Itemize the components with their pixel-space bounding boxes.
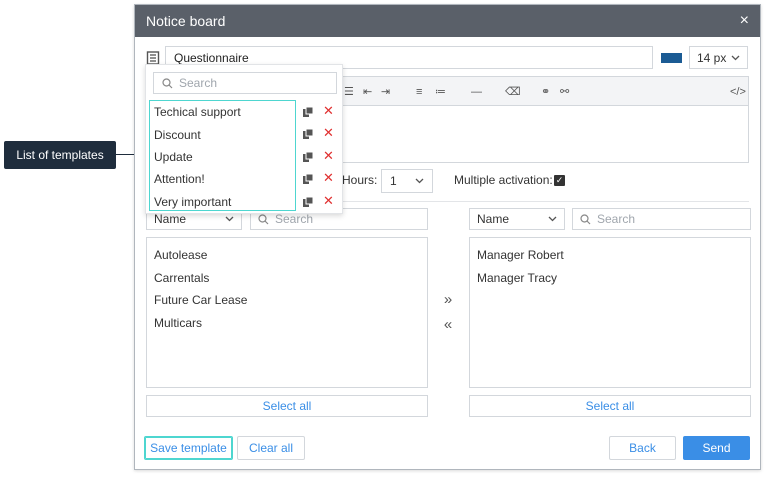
list-item[interactable]: Future Car Lease (147, 289, 427, 312)
subject-value: Questionnaire (174, 50, 249, 65)
template-name: Attention! (154, 172, 205, 187)
right-sort-value: Name (477, 212, 510, 226)
copy-icon[interactable] (303, 196, 313, 207)
chevron-down-icon (225, 216, 234, 222)
list-item[interactable]: Multicars (147, 312, 427, 335)
dialog-titlebar: Notice board × (135, 5, 760, 37)
left-search-placeholder: Search (275, 212, 314, 226)
close-icon[interactable]: × (740, 13, 749, 29)
text-color-swatch[interactable] (661, 53, 682, 63)
ordered-list-icon[interactable]: ≡ (416, 85, 422, 99)
hours-value: 1 (390, 174, 397, 188)
chevron-down-icon (548, 216, 557, 222)
templates-callout: List of templates (4, 141, 116, 169)
template-item[interactable]: Update ✕ (150, 146, 340, 168)
template-name: Discount (154, 127, 201, 142)
move-right-button[interactable]: » (438, 291, 458, 308)
template-search-input[interactable]: Search (153, 72, 337, 94)
font-size-select[interactable]: 14 px (689, 46, 748, 69)
link-icon[interactable]: ⚭ (541, 85, 550, 99)
list-item[interactable]: Manager Tracy (470, 267, 750, 290)
font-size-value: 14 px (697, 50, 727, 65)
back-button[interactable]: Back (609, 436, 676, 460)
hours-label: Hours: (342, 173, 378, 187)
copy-icon[interactable] (303, 174, 313, 185)
search-icon (580, 213, 591, 224)
template-search-placeholder: Search (179, 76, 218, 90)
left-unit-list: Autolease Carrentals Future Car Lease Mu… (146, 237, 428, 388)
template-item[interactable]: Discount ✕ (150, 123, 340, 145)
eraser-icon[interactable]: ⌫ (505, 85, 521, 99)
bullet-list-icon[interactable]: ≔ (435, 85, 446, 99)
dialog-title: Notice board (146, 13, 226, 29)
list-item[interactable]: Autolease (147, 244, 427, 267)
right-select-all-button[interactable]: Select all (469, 395, 751, 417)
delete-icon[interactable]: ✕ (323, 104, 334, 118)
delete-icon[interactable]: ✕ (323, 171, 334, 185)
templates-list-icon[interactable] (146, 51, 160, 65)
copy-icon[interactable] (303, 129, 313, 140)
chevron-down-icon (415, 178, 424, 184)
delete-icon[interactable]: ✕ (323, 126, 334, 140)
templates-dropdown: Search Techical support ✕ Discount ✕ Upd… (145, 64, 343, 214)
align-justify-icon[interactable]: ☰ (344, 85, 354, 99)
send-button[interactable]: Send (683, 436, 750, 460)
callout-text: List of templates (16, 148, 104, 162)
move-left-button[interactable]: « (438, 316, 458, 333)
template-name: Very important (154, 194, 232, 209)
multiple-activation-checkbox[interactable]: ✓ (554, 175, 565, 186)
outdent-icon[interactable]: ⇤ (363, 85, 372, 99)
copy-icon[interactable] (303, 107, 313, 117)
horizontal-line-icon[interactable]: — (471, 85, 482, 99)
hours-select[interactable]: 1 (381, 169, 433, 193)
left-select-all-button[interactable]: Select all (146, 395, 428, 417)
copy-icon[interactable] (303, 151, 313, 162)
right-recipient-list: Manager Robert Manager Tracy (469, 237, 751, 388)
template-name: Techical support (154, 105, 241, 120)
right-sort-select[interactable]: Name (469, 208, 565, 230)
search-icon (162, 77, 173, 88)
delete-icon[interactable]: ✕ (323, 193, 334, 208)
source-code-icon[interactable]: </> (730, 85, 746, 99)
delete-icon[interactable]: ✕ (323, 148, 334, 163)
indent-icon[interactable]: ⇥ (381, 85, 390, 99)
left-sort-value: Name (154, 212, 187, 226)
list-item[interactable]: Carrentals (147, 267, 427, 290)
save-template-button[interactable]: Save template (144, 436, 233, 460)
list-item[interactable]: Manager Robert (470, 244, 750, 267)
right-search-placeholder: Search (597, 212, 636, 226)
template-item[interactable]: Techical support ✕ (150, 101, 340, 123)
unlink-icon[interactable]: ⚯ (560, 85, 569, 99)
clear-all-button[interactable]: Clear all (237, 436, 305, 460)
template-item[interactable]: Attention! ✕ (150, 168, 340, 190)
chevron-down-icon (731, 55, 740, 60)
template-name: Update (154, 149, 193, 164)
template-list: Techical support ✕ Discount ✕ Update ✕ A… (149, 100, 334, 211)
right-search-input[interactable]: Search (572, 208, 751, 230)
multiple-activation-label: Multiple activation: (454, 173, 553, 187)
search-icon (258, 213, 269, 224)
template-item[interactable]: Very important ✕ (150, 191, 340, 213)
